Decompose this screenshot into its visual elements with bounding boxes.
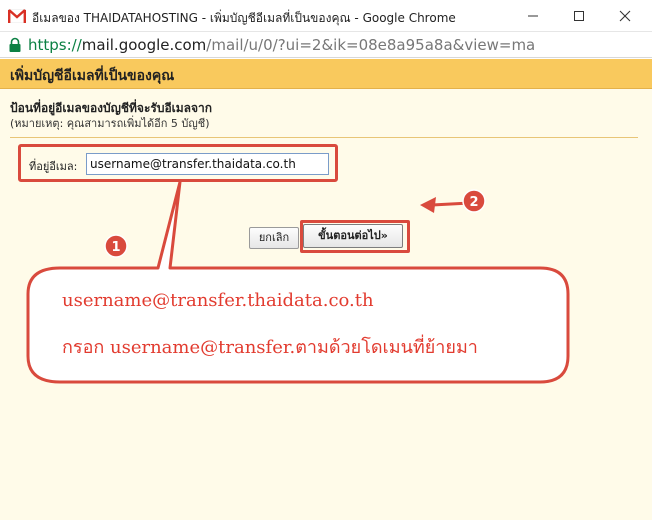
url-host: mail.google.com bbox=[81, 36, 207, 54]
dialog-title: เพิ่มบัญชีอีเมลที่เป็นของคุณ bbox=[10, 68, 175, 84]
divider bbox=[10, 137, 638, 138]
address-bar[interactable]: https://mail.google.com/mail/u/0/?ui=2&i… bbox=[0, 32, 652, 58]
url-scheme: https:// bbox=[28, 36, 82, 54]
lock-icon bbox=[9, 37, 21, 52]
close-icon bbox=[619, 10, 631, 22]
gmail-icon bbox=[8, 9, 26, 23]
maximize-icon bbox=[574, 11, 584, 21]
minimize-button[interactable] bbox=[510, 0, 556, 32]
email-highlight-box: ที่อยู่อีเมล: bbox=[18, 144, 338, 182]
callout-email-text: username@transfer.thaidata.co.th bbox=[62, 290, 374, 311]
minimize-icon bbox=[528, 15, 538, 17]
dialog-header: เพิ่มบัญชีอีเมลที่เป็นของคุณ bbox=[0, 59, 652, 89]
next-step-button[interactable]: ขั้นตอนต่อไป» bbox=[303, 224, 403, 248]
note-text: (หมายเหตุ: คุณสามารถเพิ่มได้อีก 5 บัญชี) bbox=[10, 117, 210, 130]
window-titlebar: อีเมลของ THAIDATAHOSTING - เพิ่มบัญชีอีเ… bbox=[0, 0, 652, 32]
callout-instruction-text: กรอก username@transfer.ตามด้วยโดเมนที่ย้… bbox=[62, 337, 478, 358]
cancel-button[interactable]: ยกเลิก bbox=[249, 227, 299, 249]
close-button[interactable] bbox=[602, 0, 648, 32]
email-label: ที่อยู่อีเมล: bbox=[29, 160, 78, 173]
url-text[interactable]: https://mail.google.com/mail/u/0/?ui=2&i… bbox=[28, 36, 535, 54]
window-title: อีเมลของ THAIDATAHOSTING - เพิ่มบัญชีอีเ… bbox=[32, 11, 456, 25]
email-input[interactable] bbox=[86, 153, 329, 175]
url-path: /mail/u/0/?ui=2&ik=08e8a95a8a&view=ma bbox=[206, 36, 536, 54]
maximize-button[interactable] bbox=[556, 0, 602, 32]
